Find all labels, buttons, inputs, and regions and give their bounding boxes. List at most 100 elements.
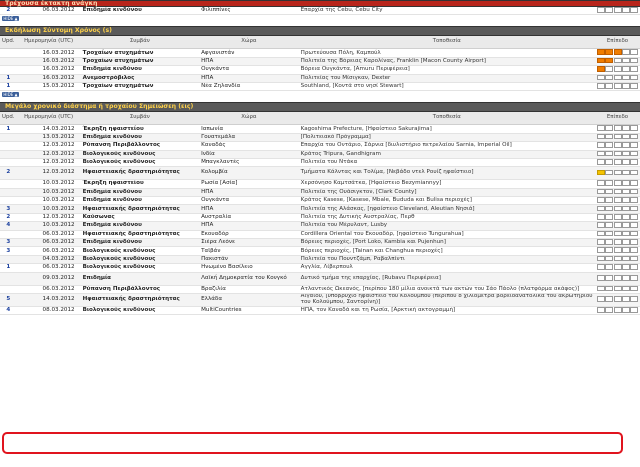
event-type[interactable]: Ηφαιστειακής δραστηριότητας [80,293,200,307]
table-row[interactable]: 16.03.2012 Επιδημία κινδύνου Ουγκάντα Βόρει… [0,65,640,75]
update-count[interactable] [0,48,17,58]
event-location[interactable]: Βόρειες περιοχές, [Tainan και Changhua π… [298,246,595,256]
update-count[interactable] [0,158,17,168]
update-count[interactable] [0,230,17,240]
col-header-date[interactable]: Ημερομηνία (UTC) [16,36,81,50]
event-type[interactable]: Επιδημία κινδύνου [80,188,200,198]
table-row[interactable]: 12.03.2012 Βιολογικούς κινδύνους Ινδία Κράτ… [0,150,640,159]
event-type[interactable]: Επιδημία κινδύνου [80,221,200,231]
table-row[interactable]: 10.03.2012 Επιδημία κινδύνου Ουγκάντα Κράτο… [0,196,640,206]
event-type[interactable]: Τροχαίων ατυχημάτων [80,57,200,67]
col-header-location[interactable]: Τοποθεσία [298,112,595,126]
hide-button[interactable]: HIDE ▲ [2,92,19,98]
event-location[interactable]: Βόρεια Ουγκάντα, [Amuru Περιφέρεια] [298,65,595,75]
update-count[interactable] [0,272,17,286]
table-row[interactable]: 1 06.03.2012 Βιολογικούς κινδύνους Ηνωμένο … [0,263,640,273]
event-type[interactable]: Επιδημία κινδύνου [80,7,200,16]
table-row[interactable]: 10.03.2012 Έκρηξη ηφαιστείου Ρωσία [Ασία] Χ… [0,179,640,189]
update-count[interactable]: 3 [0,238,17,248]
table-row[interactable]: 12.03.2012 Ρύπανση Περιβάλλοντος Καναδάς Επ… [0,141,640,151]
event-location[interactable]: Αιγαίου, [υποβρύχιο ηφαίστειο του Κολούμ… [298,293,595,307]
event-type[interactable]: Έκρηξη ηφαιστείου [80,179,200,189]
update-count[interactable]: 1 [0,124,17,134]
table-row[interactable]: 2 12.03.2012 Ηφαιστειακής δραστηριότητας Κο… [0,166,640,181]
event-type[interactable]: Βιολογικούς κινδύνους [80,158,200,168]
event-type[interactable]: Καύσωνας [80,213,200,223]
event-type[interactable]: Βιολογικούς κινδύνους [80,263,200,273]
event-location[interactable]: [Πολιτειακό Πρόγραμμα] [298,133,595,143]
hide-button[interactable]: HIDE ▲ [2,16,19,22]
col-header-level[interactable]: Επίπεδο [594,36,640,50]
col-header-country[interactable]: Χώρα [199,36,299,50]
event-location[interactable]: Αγγλία, Λίβερπουλ [298,263,595,273]
update-count[interactable]: 4 [0,306,17,316]
table-row[interactable]: 1 14.03.2012 Έκρηξη ηφαιστείου Ιαπωνία Kagos… [0,124,640,134]
update-count[interactable] [0,141,17,151]
update-count[interactable]: 2 [0,213,17,223]
col-header-event[interactable]: Συμβάν [80,36,200,50]
event-type[interactable]: Ηφαιστειακής δραστηριότητας [80,166,200,181]
update-count[interactable]: 1 [0,263,17,273]
col-header-upd[interactable]: Upd. [0,112,17,126]
event-location[interactable]: Χερσόνησο Καμτσάτκα, [Ηφαίστειο Bezymian… [298,179,595,189]
update-count[interactable] [0,188,17,198]
event-type[interactable]: Ηφαιστειακής δραστηριότητας [80,204,200,214]
update-count[interactable] [0,196,17,206]
event-location[interactable]: Επαρχία του Οντάριο, Σάρνια [διυλιστήριο… [298,141,595,151]
update-count[interactable]: 1 [0,82,17,92]
event-type[interactable]: Επιδημία κινδύνου [80,196,200,206]
event-type[interactable]: Τροχαίων ατυχημάτων [80,82,200,92]
update-count[interactable] [0,179,17,189]
update-count[interactable] [0,65,17,75]
event-location[interactable]: Βόρειες περιοχές, [Port Loko, Kambia και… [298,238,595,248]
table-row[interactable]: 1 16.03.2012 Ανεμοστρόβιλος ΗΠΑ Πολιτείας το… [0,74,640,83]
update-count[interactable]: 1 [0,74,17,83]
col-header-country[interactable]: Χώρα [199,112,299,126]
update-count[interactable]: 2 [0,166,17,181]
col-header-date[interactable]: Ημερομηνία (UTC) [16,112,81,126]
table-row[interactable]: 3 06.03.2012 Βιολογικούς κινδύνους Ταϊβάν Βό… [0,246,640,256]
table-row[interactable]: 04.03.2012 Βιολογικούς κινδύνους Πακιστάν Π… [0,255,640,265]
update-count[interactable]: 3 [0,246,17,256]
table-row[interactable]: 4 10.03.2012 Επιδημία κινδύνου ΗΠΑ Πολιτεία … [0,221,640,231]
table-row[interactable]: 06.03.2012 Ρύπανση Περιβάλλοντος Βραζιλία Α… [0,285,640,295]
event-type[interactable]: Έκρηξη ηφαιστείου [80,124,200,134]
update-count[interactable]: 4 [0,221,17,231]
event-type[interactable]: Ρύπανση Περιβάλλοντος [80,285,200,295]
event-location[interactable]: Kagoshima Prefecture, [Ηφαίστειο Sakuraj… [298,124,595,134]
col-header-upd[interactable]: Upd. [0,36,17,50]
table-row[interactable]: 06.03.2012 Ηφαιστειακής δραστηριότητας Εκο… [0,230,640,240]
event-location[interactable]: Πολιτεία του Πουντζάμπ, Ραβαλπίντι [298,255,595,265]
event-location[interactable]: Πρωτεύουσα Πόλη, Καμπούλ [298,48,595,58]
update-count[interactable]: 3 [0,204,17,214]
event-location[interactable]: Πολιτεία της Βόρειας Καρολίνας, Franklin… [298,57,595,67]
event-type[interactable]: Βιολογικούς κινδύνους [80,306,200,316]
table-row[interactable]: 09.03.2012 Επιδημία Λαϊκή Δημοκρατία του Κ… [0,272,640,286]
update-count[interactable] [0,133,17,143]
update-count[interactable]: 2 [0,7,17,16]
event-type[interactable]: Βιολογικούς κινδύνους [80,150,200,159]
update-count[interactable] [0,285,17,295]
update-count[interactable] [0,150,17,159]
event-type[interactable]: Ηφαιστειακής δραστηριότητας [80,230,200,240]
table-row[interactable]: 2 06.03.2012 Επιδημία κινδύνου Φιλιππίνες Επ… [0,7,640,16]
table-row[interactable]: 16.03.2012 Τροχαίων ατυχημάτων Αφγανιστάν Π… [0,48,640,58]
event-type[interactable]: Ρύπανση Περιβάλλοντος [80,141,200,151]
table-row[interactable]: 2 12.03.2012 Καύσωνας Αυστραλία Πολιτεία της… [0,213,640,223]
table-row[interactable]: 12.03.2012 Βιολογικούς κινδύνους Μπαγκλαντ… [0,158,640,168]
table-row[interactable]: 16.03.2012 Τροχαίων ατυχημάτων ΗΠΑ Πολιτεία… [0,57,640,67]
event-location[interactable]: Κράτος Kasese, [Kasese, Mbale, Bududa κα… [298,196,595,206]
table-row[interactable]: 3 10.03.2012 Ηφαιστειακής δραστηριότητας ΗΠ… [0,204,640,214]
event-location[interactable]: Δυτικό τμήμα της επαρχίας, [Rubavu Περιφ… [298,272,595,286]
update-count[interactable] [0,255,17,265]
event-type[interactable]: Επιδημία κινδύνου [80,65,200,75]
event-type[interactable]: Τροχαίων ατυχημάτων [80,48,200,58]
event-location[interactable]: ΗΠΑ, τον Καναδά και τη Ρωσία, [Αρκτική α… [298,306,595,316]
event-location[interactable]: Πολιτεία της Αλάσκας, [ηφαίστειο Clevela… [298,204,595,214]
table-row[interactable]: 5 14.03.2012 Ηφαιστειακής δραστηριότητας Ελ… [0,293,640,307]
update-count[interactable] [0,57,17,67]
col-header-location[interactable]: Τοποθεσία [298,36,595,50]
event-type[interactable]: Ανεμοστρόβιλος [80,74,200,83]
event-location[interactable]: Πολιτεία του Ντάκα [298,158,595,168]
event-location[interactable]: Πολιτεία του Μέρυλαντ, Lusby [298,221,595,231]
